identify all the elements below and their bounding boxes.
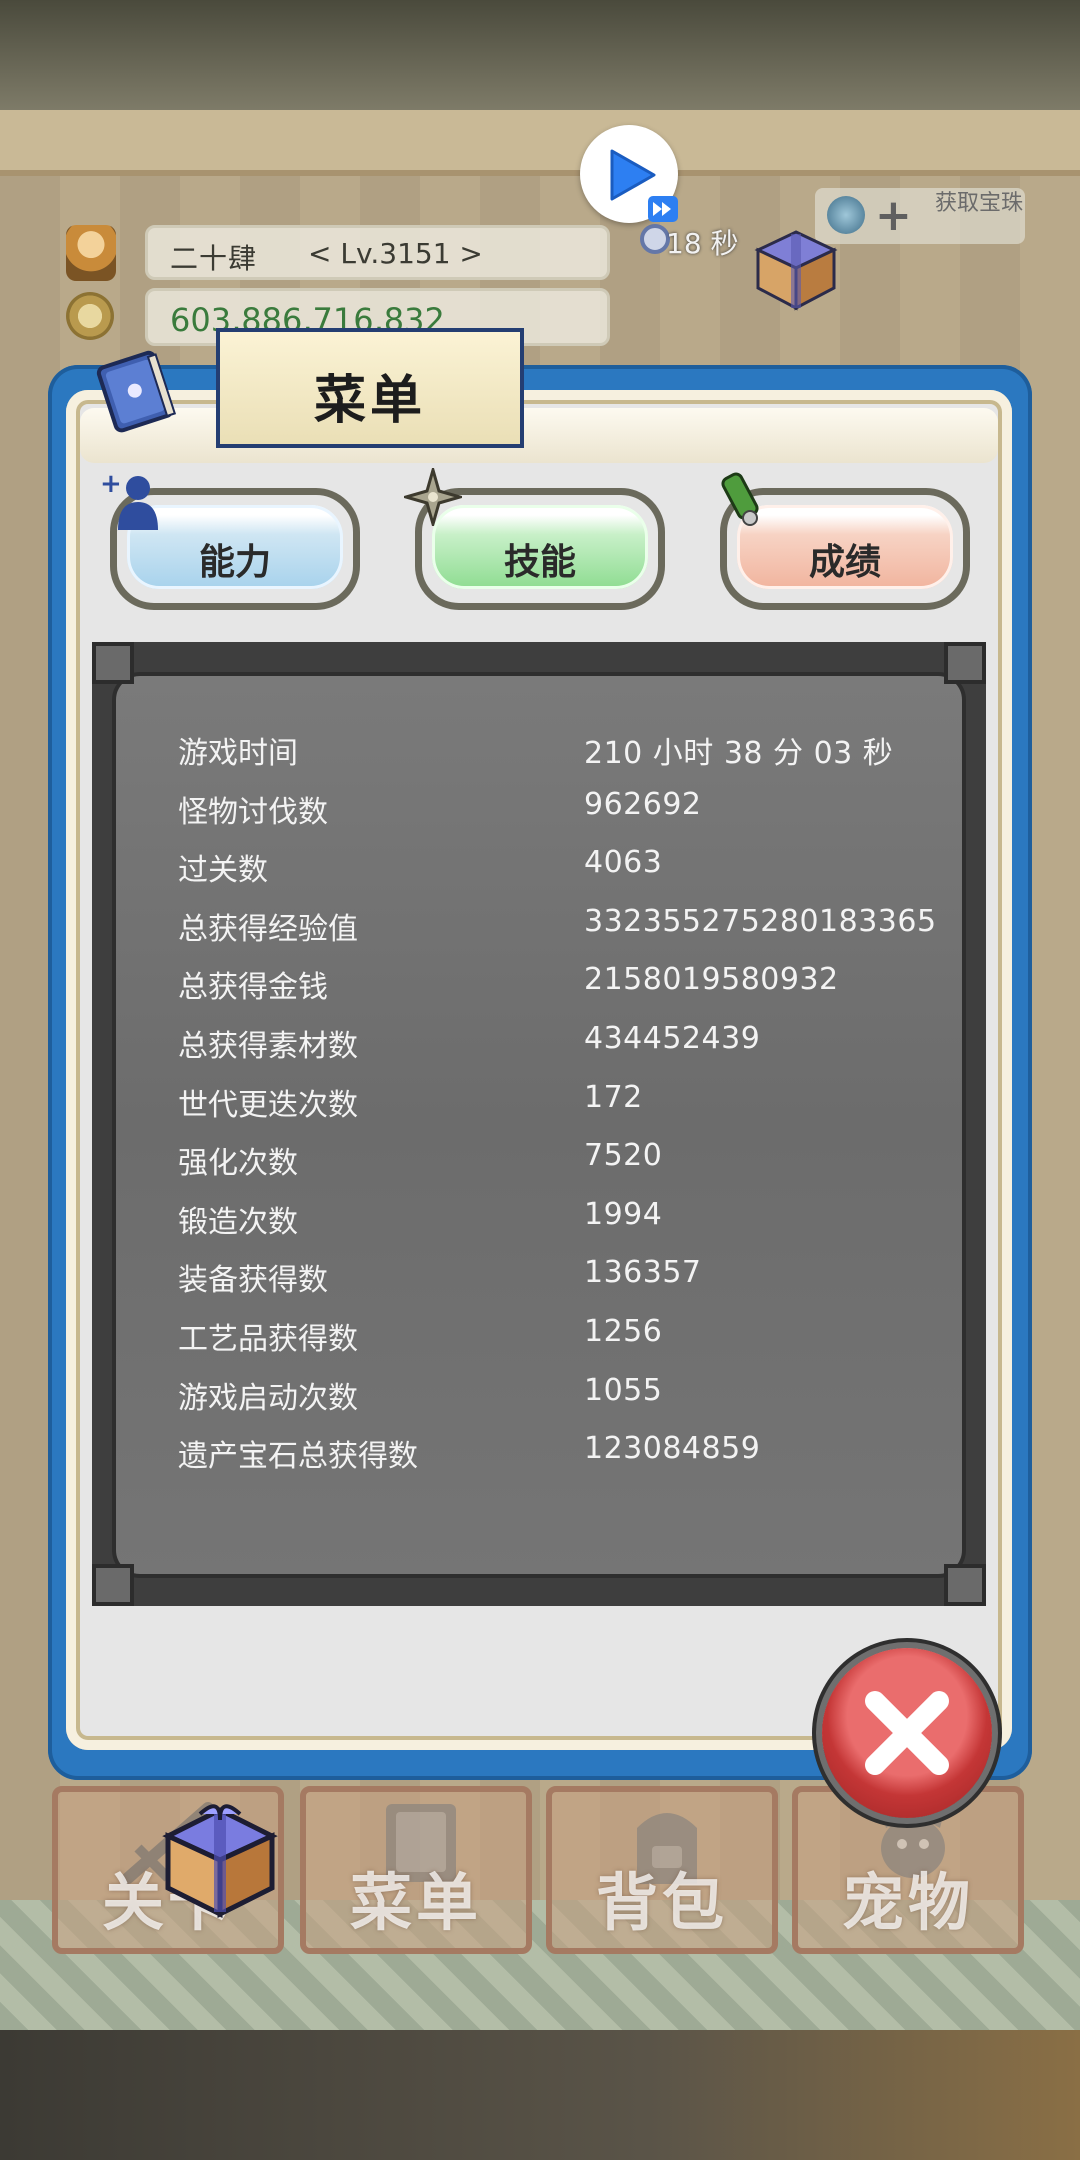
stat-label: 工艺品获得数 [178,1321,358,1357]
stat-label: 遗产宝石总获得数 [178,1439,418,1475]
stat-row: 强化次数 7520 [178,1138,968,1197]
panel-corner [92,642,134,684]
stat-row: 过关数 4063 [178,845,968,904]
panel-corner [944,642,986,684]
panel-corner [944,1564,986,1606]
menu-title: 菜单 [313,371,426,431]
stat-label: 装备获得数 [178,1263,328,1299]
stat-row: 装备获得数 136357 [178,1255,968,1314]
gem-badge-label: 获取宝珠 [935,191,1024,216]
stat-label: 过关数 [178,853,268,889]
menu-title-tab: 菜单 [216,328,524,448]
stat-row: 锻造次数 1994 [178,1197,968,1256]
stat-label: 世代更迭次数 [178,1087,358,1123]
stat-label: 强化次数 [178,1146,298,1182]
stat-value: 210 小时 38 分 03 秒 [584,736,894,771]
stat-value: 1055 [584,1372,663,1408]
bottom-letterbox [0,2030,1080,2160]
nav-bag[interactable]: 背包 [546,1786,778,1954]
tab-ability-label: 能力 [198,542,271,583]
stats-list: 游戏时间 210 小时 38 分 03 秒 怪物讨伐数 962692 过关数 4063… [178,728,968,1490]
top-letterbox [0,0,1080,110]
stat-row: 总获得经验值 332355275280183365 [178,904,968,963]
tab-record-label: 成绩 [808,542,881,583]
stat-label: 总获得经验值 [178,911,358,947]
panel-corner [92,1564,134,1606]
nav-menu[interactable]: 菜单 [300,1786,532,1954]
player-info-box: 二十肆 < Lv.3151 > [145,225,610,280]
stat-value: 1256 [584,1313,663,1349]
stat-label: 怪物讨伐数 [178,794,328,830]
stat-value: 4063 [584,845,663,881]
stat-value: 7520 [584,1138,663,1174]
nav-bag-label: 背包 [595,1866,728,1939]
nav-menu-label: 菜单 [349,1866,482,1939]
gem-badge-button[interactable]: + 获取宝珠 [815,188,1025,244]
stat-label: 总获得金钱 [178,970,328,1006]
play-icon [610,149,656,201]
gift-icon[interactable] [160,1800,280,1920]
stat-value: 123084859 [584,1431,761,1467]
coin-icon [66,292,114,340]
stat-value: 332355275280183365 [584,903,937,939]
stat-value: 962692 [584,786,702,822]
stat-row: 遗产宝石总获得数 123084859 [178,1431,968,1490]
scene-wall-frame [0,110,1080,176]
avatar[interactable] [66,225,116,281]
stat-label: 游戏启动次数 [178,1380,358,1416]
close-button[interactable] [822,1648,992,1818]
add-user-icon: + [100,470,158,530]
scroll-icon [721,472,759,526]
fast-forward-icon [648,196,678,222]
stat-row: 总获得金钱 2158019580932 [178,962,968,1021]
close-icon [865,1691,949,1775]
stat-value: 172 [584,1079,643,1115]
tab-skill-label: 技能 [503,542,576,583]
stat-label: 游戏时间 [178,736,298,771]
stat-value: 2158019580932 [584,962,839,998]
stat-row: 游戏启动次数 1055 [178,1373,968,1432]
nav-pet-label: 宠物 [841,1866,974,1939]
player-name: 二十肆 [170,242,258,275]
timer-text: 18 秒 [666,227,739,260]
plus-icon: + [875,190,912,241]
stat-row: 工艺品获得数 1256 [178,1314,968,1373]
stat-label: 锻造次数 [178,1204,298,1240]
stat-label: 总获得素材数 [178,1028,358,1064]
stat-value: 136357 [584,1255,702,1291]
stat-row: 游戏时间 210 小时 38 分 03 秒 [178,728,968,787]
stat-row: 世代更迭次数 172 [178,1080,968,1139]
stat-value: 1994 [584,1196,663,1232]
shuriken-icon [404,468,462,526]
stat-row: 总获得素材数 434452439 [178,1021,968,1080]
player-level: < Lv.3151 > [308,237,483,270]
stat-row: 怪物讨伐数 962692 [178,787,968,846]
svg-text:+: + [100,470,122,499]
gift-icon[interactable] [750,222,842,314]
stat-value: 434452439 [584,1020,761,1056]
